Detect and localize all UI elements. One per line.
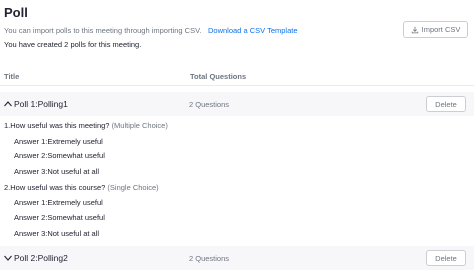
poll-name: Poll 2:Polling2 xyxy=(14,253,68,263)
answer-item: Answer 1:Extremely useful xyxy=(14,137,103,146)
poll-row-2[interactable]: Poll 2:Polling2 2 Questions Delete xyxy=(0,246,474,270)
chevron-up-icon[interactable] xyxy=(3,99,13,109)
import-csv-label: Import CSV xyxy=(421,25,461,34)
chevron-down-icon[interactable] xyxy=(3,253,13,263)
question-type: (Single Choice) xyxy=(107,183,159,192)
question-type: (Multiple Choice) xyxy=(111,121,168,130)
page-title: Poll xyxy=(4,5,28,20)
answer-item: Answer 2:Somewhat useful xyxy=(14,151,105,160)
question-text: 2.How useful was this course? xyxy=(4,183,106,192)
poll-summary: You have created 2 polls for this meetin… xyxy=(4,40,142,49)
header-divider xyxy=(0,85,474,86)
answer-item: Answer 2:Somewhat useful xyxy=(14,213,105,222)
question-1: 1.How useful was this meeting? (Multiple… xyxy=(4,121,168,130)
poll-row-1[interactable]: Poll 1:Polling1 2 Questions Delete xyxy=(0,92,474,116)
answer-item: Answer 1:Extremely useful xyxy=(14,198,103,207)
download-icon xyxy=(411,26,418,33)
import-note: You can import polls to this meeting thr… xyxy=(4,26,202,35)
poll-question-count: 2 Questions xyxy=(189,100,230,109)
column-header-total-questions: Total Questions xyxy=(190,72,247,81)
delete-poll-button[interactable]: Delete xyxy=(426,250,466,266)
question-2: 2.How useful was this course? (Single Ch… xyxy=(4,183,159,192)
import-csv-button[interactable]: Import CSV xyxy=(403,21,468,38)
download-csv-template-link[interactable]: Download a CSV Template xyxy=(208,26,298,35)
column-header-title: Title xyxy=(4,72,20,81)
answer-item: Answer 3:Not useful at all xyxy=(14,167,100,176)
poll-question-count: 2 Questions xyxy=(189,254,230,263)
poll-name: Poll 1:Polling1 xyxy=(14,99,68,109)
question-text: 1.How useful was this meeting? xyxy=(4,121,110,130)
answer-item: Answer 3:Not useful at all xyxy=(14,229,100,238)
delete-poll-button[interactable]: Delete xyxy=(426,96,466,112)
